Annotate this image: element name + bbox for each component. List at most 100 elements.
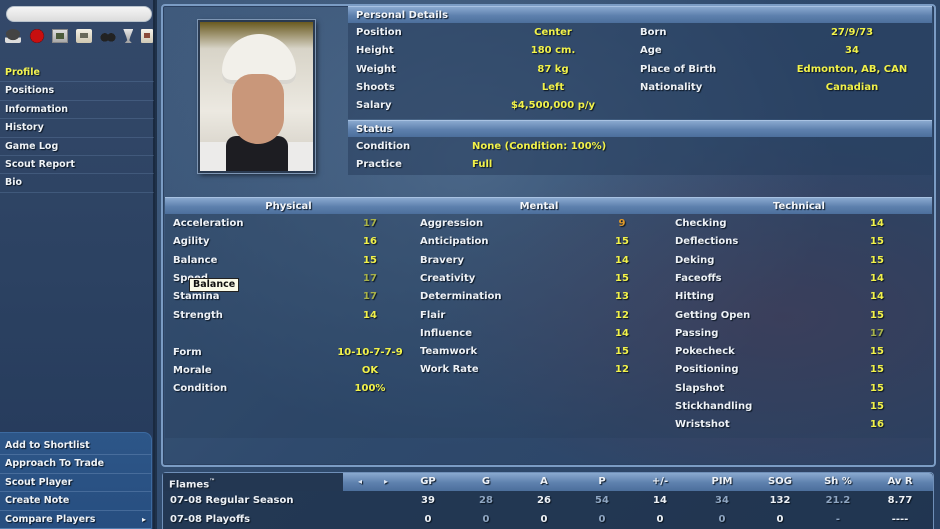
player-actions: Add to Shortlist Approach To Trade Scout P… [0,432,152,529]
nav-item-scout-report[interactable]: Scout Report [0,156,154,175]
next-arrow-button[interactable]: ▸ [379,473,393,491]
extra-value: 100% [354,383,386,395]
col-header-g[interactable]: G [461,473,511,491]
field-label: Born [640,27,667,38]
nav-item-profile[interactable]: Profile [0,64,154,83]
attr-value: 15 [870,364,884,376]
attr-value: 14 [615,327,629,339]
stat-cell: 54 [595,495,609,506]
field-value: Center [534,27,572,38]
scout-player-button[interactable]: Scout Player [0,474,151,493]
attr-label: Stickhandling [675,401,753,412]
create-note-button[interactable]: Create Note [0,492,151,511]
rink-icon[interactable] [52,29,69,43]
field-label: Place of Birth [640,63,717,75]
toolbar-icons [5,28,153,44]
stat-cell: 34 [715,495,729,506]
col-header-col[interactable]: +/- [635,473,685,491]
stats-table: Flames™ ◂ ▸ GP G A P +/- PIM SOG Sh % Av R 07-08… [162,472,934,529]
attr-row-passing: Passing 17 [667,325,907,343]
attr-row-bravery: Bravery 14 [412,252,652,270]
nav-item-game-log[interactable]: Game Log [0,138,154,156]
attr-row-balance: Balance 15 [165,252,405,270]
attr-value: 15 [615,346,629,358]
personal-row-nationality: Nationality Canadian [632,79,932,97]
nav-item-information[interactable]: Information [0,101,154,120]
binoculars-icon[interactable] [99,29,116,43]
attr-label: Wristshot [675,419,730,431]
season-name: 07-08 Playoffs [170,514,251,525]
attr-row-creativity: Creativity 15 [412,270,652,288]
col-header-gp[interactable]: GP [403,473,453,491]
field-label: Age [640,45,662,57]
personal-row-height: Height 180 cm. [348,42,638,60]
tooltip: Balance [189,278,240,292]
attr-label: Slapshot [675,382,725,394]
stat-cell: 132 [769,495,791,506]
extra-label: Condition [173,383,228,395]
personal-row-place-of-birth: Place of Birth Edmonton, AB, CAN [632,61,932,79]
attr-row-work-rate: Work Rate 12 [412,361,652,379]
nav-item-positions[interactable]: Positions [0,82,154,101]
attr-value: 14 [615,254,629,266]
extra-label: Form [173,346,202,358]
col-header-pim[interactable]: PIM [697,473,747,491]
attr-value: 15 [615,236,629,248]
red-badge-icon[interactable] [28,29,45,43]
attr-label: Hitting [675,291,715,303]
bag-icon[interactable] [75,29,92,43]
stat-cell: 0 [540,514,548,525]
attr-value: 14 [363,309,377,321]
attr-row-deflections: Deflections 15 [667,233,907,251]
attr-value: 15 [870,382,884,394]
stat-cell: 0 [656,514,664,525]
nav-item-history[interactable]: History [0,119,154,138]
col-header-p[interactable]: P [577,473,627,491]
col-header-sh[interactable]: Sh % [813,473,863,491]
attr-value: 9 [618,218,626,229]
action-label: Compare Players [5,513,96,525]
attr-label: Acceleration [173,218,244,229]
home-helmet-icon[interactable] [5,29,21,43]
stat-cell: 26 [537,495,551,506]
attr-value: 15 [615,272,629,284]
document-icon[interactable] [140,29,153,43]
attr-label: Bravery [420,254,465,266]
attr-row-faceoffs: Faceoffs 14 [667,270,907,288]
status-header: Status [348,120,932,137]
col-header-av-r[interactable]: Av R [875,473,925,491]
personal-row-weight: Weight 87 kg [348,61,638,79]
attr-value: 15 [870,346,884,358]
attr-label: Passing [675,327,719,339]
stat-cell: 0 [482,514,490,525]
personal-row-born: Born 27/9/73 [632,24,932,42]
attr-value: 15 [870,401,884,412]
stats-team-label: Flames™ [163,473,343,491]
approach-to-trade-button[interactable]: Approach To Trade [0,455,151,474]
stat-cell: 8.77 [887,495,913,506]
col-header-a[interactable]: A [519,473,569,491]
status-title: Status [356,124,393,135]
personal-row-salary: Salary $4,500,000 p/y [348,97,638,115]
compare-players-button[interactable]: Compare Players ▸ [0,511,151,529]
attr-label: Influence [420,327,472,339]
prev-arrow-button[interactable]: ◂ [353,473,367,491]
field-value: None (Condition: 100%) [472,141,607,152]
attr-label: Deking [675,254,715,266]
attr-label: Checking [675,218,727,229]
stats-row: 07-08 Regular Season 39 28 26 54 14 34 132 21.2 8… [163,491,933,510]
field-value: 34 [845,45,859,57]
add-to-shortlist-button[interactable]: Add to Shortlist [0,437,151,456]
extra-value: OK [361,364,379,376]
attr-value: 14 [870,291,884,303]
attr-label: Flair [420,309,446,321]
stat-cell: 28 [479,495,493,506]
trophy-icon[interactable] [123,29,134,43]
attr-row-flair: Flair 12 [412,307,652,325]
technical-title: Technical [773,201,825,212]
attr-label: Balance [173,254,218,266]
search-input[interactable] [6,6,152,22]
col-header-sog[interactable]: SOG [755,473,805,491]
nav-item-bio[interactable]: Bio [0,174,154,193]
player-photo [198,20,315,173]
